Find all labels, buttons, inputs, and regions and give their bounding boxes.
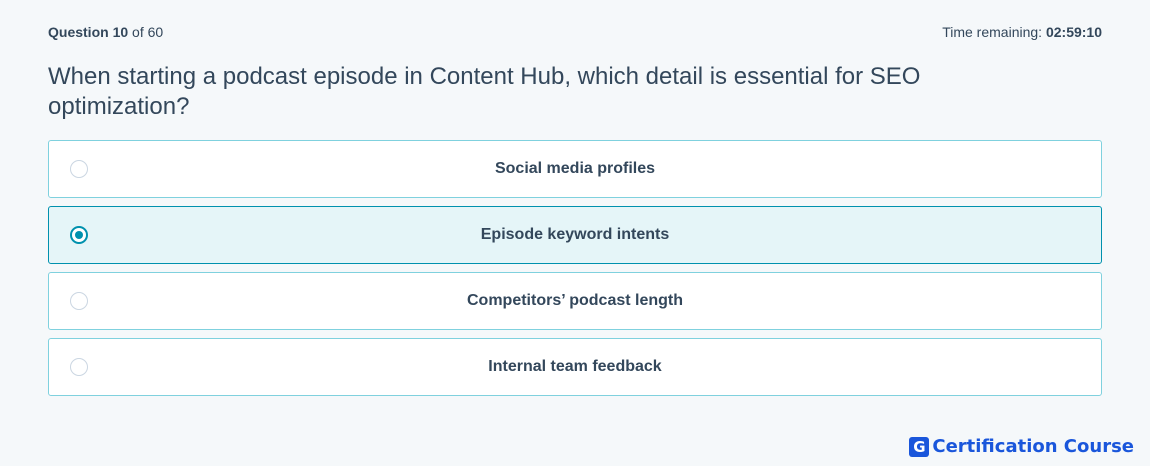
question-number: 10 xyxy=(112,24,129,40)
option-label: Episode keyword intents xyxy=(480,226,670,243)
option-label: Internal team feedback xyxy=(488,358,662,375)
quiz-header: Question 10 of 60 Time remaining: 02:59:… xyxy=(48,24,1102,42)
option-label: Competitors’ podcast length xyxy=(466,292,683,309)
time-value: 02:59:10 xyxy=(1045,24,1102,40)
answer-option-4[interactable]: Internal team feedback xyxy=(48,338,1102,396)
question-total: of 60 xyxy=(132,24,164,40)
question-counter: Question 10 of 60 xyxy=(48,24,163,40)
answer-option-3[interactable]: Competitors’ podcast length xyxy=(48,272,1102,330)
option-label: Social media profiles xyxy=(494,160,656,177)
time-label: Time remaining: xyxy=(942,24,1043,40)
time-remaining: Time remaining: 02:59:10 xyxy=(942,24,1102,40)
brand-g-icon: G xyxy=(909,436,930,457)
question-label: Question xyxy=(48,24,109,40)
answer-option-2[interactable]: Episode keyword intents xyxy=(48,206,1102,264)
brand-name: Certification Course xyxy=(932,436,1134,457)
answer-option-1[interactable]: Social media profiles xyxy=(48,140,1102,198)
brand-logo: G Certification Course xyxy=(909,436,1134,457)
answer-options: Social media profiles Episode keyword in… xyxy=(48,140,1102,404)
question-text: When starting a podcast episode in Conte… xyxy=(48,63,921,120)
